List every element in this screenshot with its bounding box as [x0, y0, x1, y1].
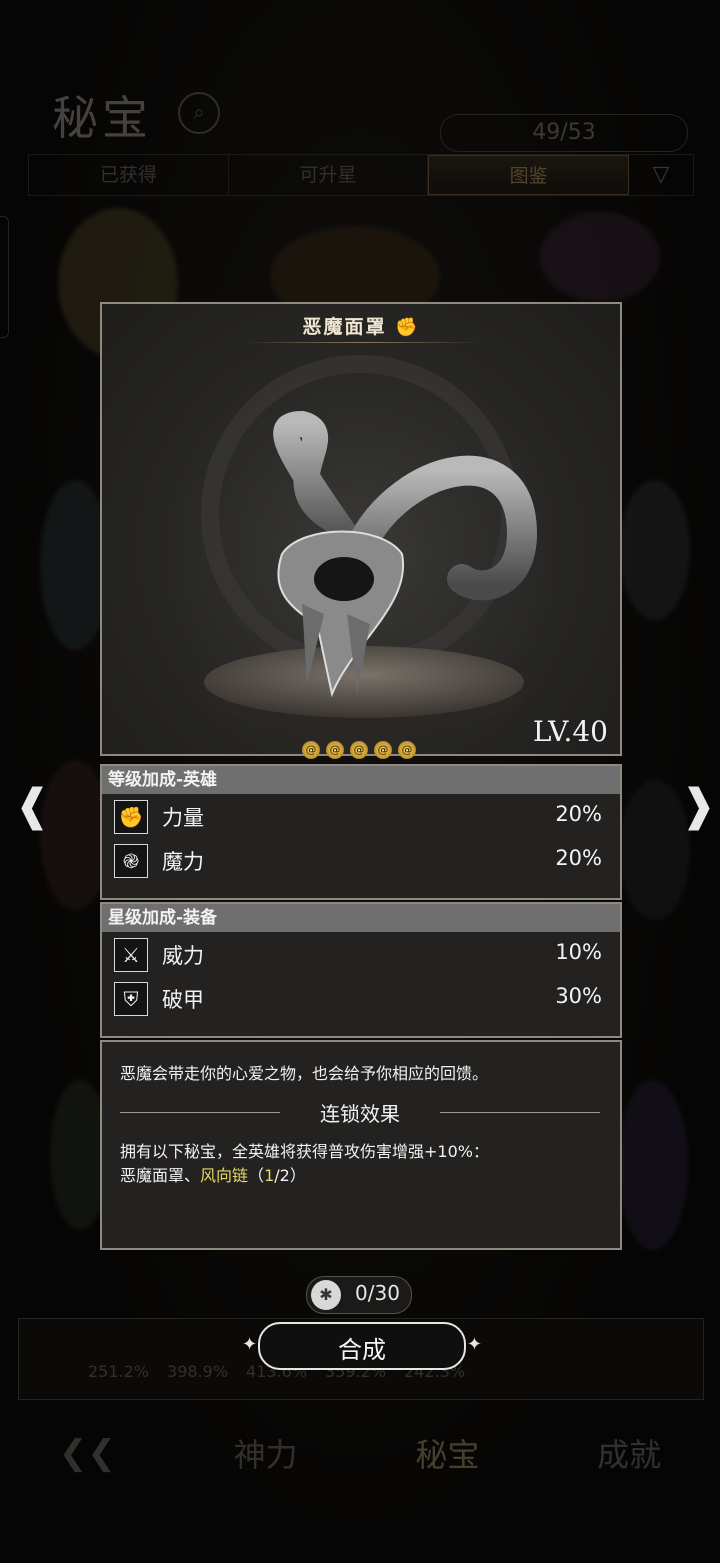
description-panel: 恶魔会带走你的心爱之物，也会给予你相应的回馈。 连锁效果 拥有以下秘宝，全英雄将…	[100, 1040, 622, 1250]
ornament-icon: ✦	[242, 1334, 258, 1355]
stat-value: 10%	[555, 940, 602, 964]
stat-row: ⚔ 威力 10%	[102, 932, 620, 976]
item-image-panel: 恶魔面罩 ✊ LV.40	[100, 302, 622, 756]
paren-close: ）	[289, 1166, 306, 1185]
star-icon: @	[302, 741, 320, 759]
stat-value: 30%	[555, 984, 602, 1008]
star-icon: @	[326, 741, 344, 759]
paren-open: （	[248, 1166, 265, 1185]
chain-item-missing[interactable]: 风向链	[200, 1166, 248, 1185]
ornament-icon: ✦	[466, 1334, 482, 1355]
stat-name: 破甲	[162, 988, 204, 1012]
item-description: 恶魔会带走你的心爱之物，也会给予你相应的回馈。	[120, 1064, 489, 1083]
puzzle-piece-icon: ✱	[311, 1280, 341, 1310]
fist-icon: ✊	[114, 800, 148, 834]
star-icon: @	[398, 741, 416, 759]
item-level: LV.40	[532, 715, 608, 748]
synthesize-label: 合成	[338, 1336, 386, 1364]
stat-row: ⛨ 破甲 30%	[102, 976, 620, 1020]
chain-effect-text: 拥有以下秘宝，全英雄将获得普攻伤害增强+10%： 恶魔面罩、风向链（1/2）	[120, 1140, 600, 1188]
star-bonus-title: 星级加成-装备	[102, 904, 620, 932]
chain-total-count: /2	[274, 1166, 290, 1185]
stat-row: ✊ 力量 20%	[102, 794, 620, 838]
prev-item-arrow-icon[interactable]: ❰	[14, 780, 51, 831]
next-item-arrow-icon[interactable]: ❱	[680, 780, 717, 831]
swirl-icon: ֎	[114, 844, 148, 878]
fragment-count: 0/30	[355, 1281, 400, 1305]
stat-value: 20%	[555, 846, 602, 870]
chain-effect-title: 连锁效果	[320, 1102, 400, 1126]
star-icon: @	[350, 741, 368, 759]
stat-name: 力量	[162, 806, 204, 830]
demon-mask-icon	[201, 355, 538, 732]
stat-name: 魔力	[162, 850, 204, 874]
stat-row: ֎ 魔力 20%	[102, 838, 620, 882]
broken-shield-icon: ⛨	[114, 982, 148, 1016]
star-icon: @	[374, 741, 392, 759]
separator: 、	[184, 1166, 201, 1185]
stat-name: 威力	[162, 944, 204, 968]
chain-owned-count: 1	[264, 1166, 275, 1185]
chain-effect-header: 连锁效果	[120, 1098, 600, 1126]
synthesize-button[interactable]: ✦ 合成 ✦	[242, 1322, 482, 1370]
crossed-swords-icon: ⚔	[114, 938, 148, 972]
chain-effect-condition: 拥有以下秘宝，全英雄将获得普攻伤害增强+10%：	[120, 1142, 489, 1161]
stat-value: 20%	[555, 802, 602, 826]
fragment-progress: ✱ 0/30	[306, 1276, 412, 1314]
chain-items: 恶魔面罩、风向链（1/2）	[120, 1164, 600, 1188]
star-rating: @ @ @ @ @	[302, 741, 416, 759]
star-bonus-panel: 星级加成-装备 ⚔ 威力 10% ⛨ 破甲 30%	[100, 902, 622, 1038]
chain-item-owned: 恶魔面罩	[120, 1166, 185, 1185]
level-bonus-panel: 等级加成-英雄 ✊ 力量 20% ֎ 魔力 20%	[100, 764, 622, 900]
level-bonus-title: 等级加成-英雄	[102, 766, 620, 794]
